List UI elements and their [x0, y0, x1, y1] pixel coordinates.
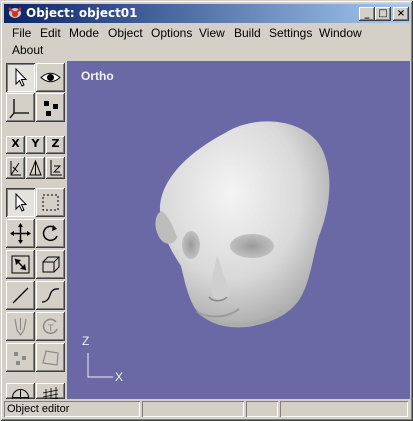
move-tool[interactable]	[6, 219, 35, 248]
marquee-icon	[42, 194, 59, 211]
curve-tool[interactable]	[36, 281, 65, 310]
scatter-tool[interactable]	[6, 343, 35, 372]
pivot-x-button[interactable]	[6, 157, 25, 179]
object-editor-window: Object: object01 _ □ × File Edit Mode Ob…	[0, 0, 413, 421]
twist-tool[interactable]: T	[36, 312, 65, 341]
twist-icon: T	[42, 318, 58, 335]
ortho-viewport[interactable]: Ortho Z X	[67, 61, 410, 399]
points-icon	[44, 101, 58, 116]
rotate-icon	[42, 225, 58, 242]
app-icon	[8, 7, 22, 18]
select-arrow-icon	[15, 67, 28, 87]
pointer-tool[interactable]	[6, 188, 35, 217]
axis-y-button[interactable]: Y	[26, 136, 45, 154]
grid-icon	[42, 387, 59, 399]
line-tool[interactable]	[6, 281, 35, 310]
menu-build[interactable]: Build	[232, 26, 263, 40]
axis-z-label: Z	[82, 334, 90, 348]
menu-window[interactable]: Window	[317, 26, 364, 40]
pivot-y-button[interactable]	[26, 157, 45, 179]
menu-settings[interactable]: Settings	[267, 26, 314, 40]
tool-palette: X Y Z T	[4, 61, 67, 399]
menu-file[interactable]: File	[10, 26, 33, 40]
rotate-tool[interactable]	[36, 219, 65, 248]
line-icon	[12, 287, 29, 304]
menu-mode[interactable]: Mode	[67, 26, 101, 40]
menu-bar: File Edit Mode Object Options View Build…	[4, 23, 410, 61]
pivot-z-button[interactable]	[46, 157, 65, 179]
plane-icon	[42, 350, 59, 366]
visibility-button[interactable]	[36, 63, 65, 92]
status-bar: Object editor	[4, 400, 410, 419]
globe-tool[interactable]	[6, 383, 35, 399]
pointer-icon	[15, 192, 28, 212]
minimize-button[interactable]: _	[359, 7, 375, 21]
axis-x-label: X	[115, 370, 124, 384]
status-panel-3	[246, 401, 278, 417]
select-arrow-button[interactable]	[6, 63, 35, 92]
menu-edit[interactable]: Edit	[38, 26, 63, 40]
magnet-tool[interactable]	[6, 312, 35, 341]
status-text: Object editor	[4, 401, 140, 417]
globe-icon	[12, 389, 29, 399]
menu-object[interactable]: Object	[106, 26, 145, 40]
axes-icon	[9, 99, 29, 119]
curve-icon	[41, 288, 60, 303]
eye-icon	[40, 72, 61, 83]
scatter-icon	[14, 352, 26, 365]
pivot-y-icon	[29, 159, 42, 176]
plane-tool[interactable]	[36, 343, 65, 372]
status-panel-4	[280, 401, 408, 417]
scale-3d-icon	[42, 256, 60, 273]
axis-gizmo	[87, 353, 113, 378]
pivot-x-icon	[10, 161, 21, 176]
scale-icon	[11, 255, 30, 274]
axis-x-button[interactable]: X	[6, 136, 25, 154]
scale-tool[interactable]	[6, 250, 35, 279]
points-button[interactable]	[36, 93, 65, 122]
window-title: Object: object01	[26, 6, 138, 20]
marquee-tool[interactable]	[36, 188, 65, 217]
maximize-button[interactable]: □	[375, 7, 391, 21]
close-button[interactable]: ×	[393, 7, 409, 21]
status-panel-2	[142, 401, 244, 417]
menu-view[interactable]: View	[197, 26, 227, 40]
axis-z-button[interactable]: Z	[46, 136, 65, 154]
svg-text:T: T	[47, 324, 54, 334]
title-bar[interactable]: Object: object01 _ □ ×	[4, 4, 410, 23]
magnet-icon	[14, 318, 27, 337]
axes-button[interactable]	[6, 93, 35, 122]
menu-options[interactable]: Options	[149, 26, 194, 40]
scale-3d-tool[interactable]	[36, 250, 65, 279]
move-icon	[10, 223, 31, 244]
menu-about[interactable]: About	[10, 43, 45, 57]
grid-tool[interactable]	[36, 383, 65, 399]
pivot-z-icon	[50, 160, 62, 176]
